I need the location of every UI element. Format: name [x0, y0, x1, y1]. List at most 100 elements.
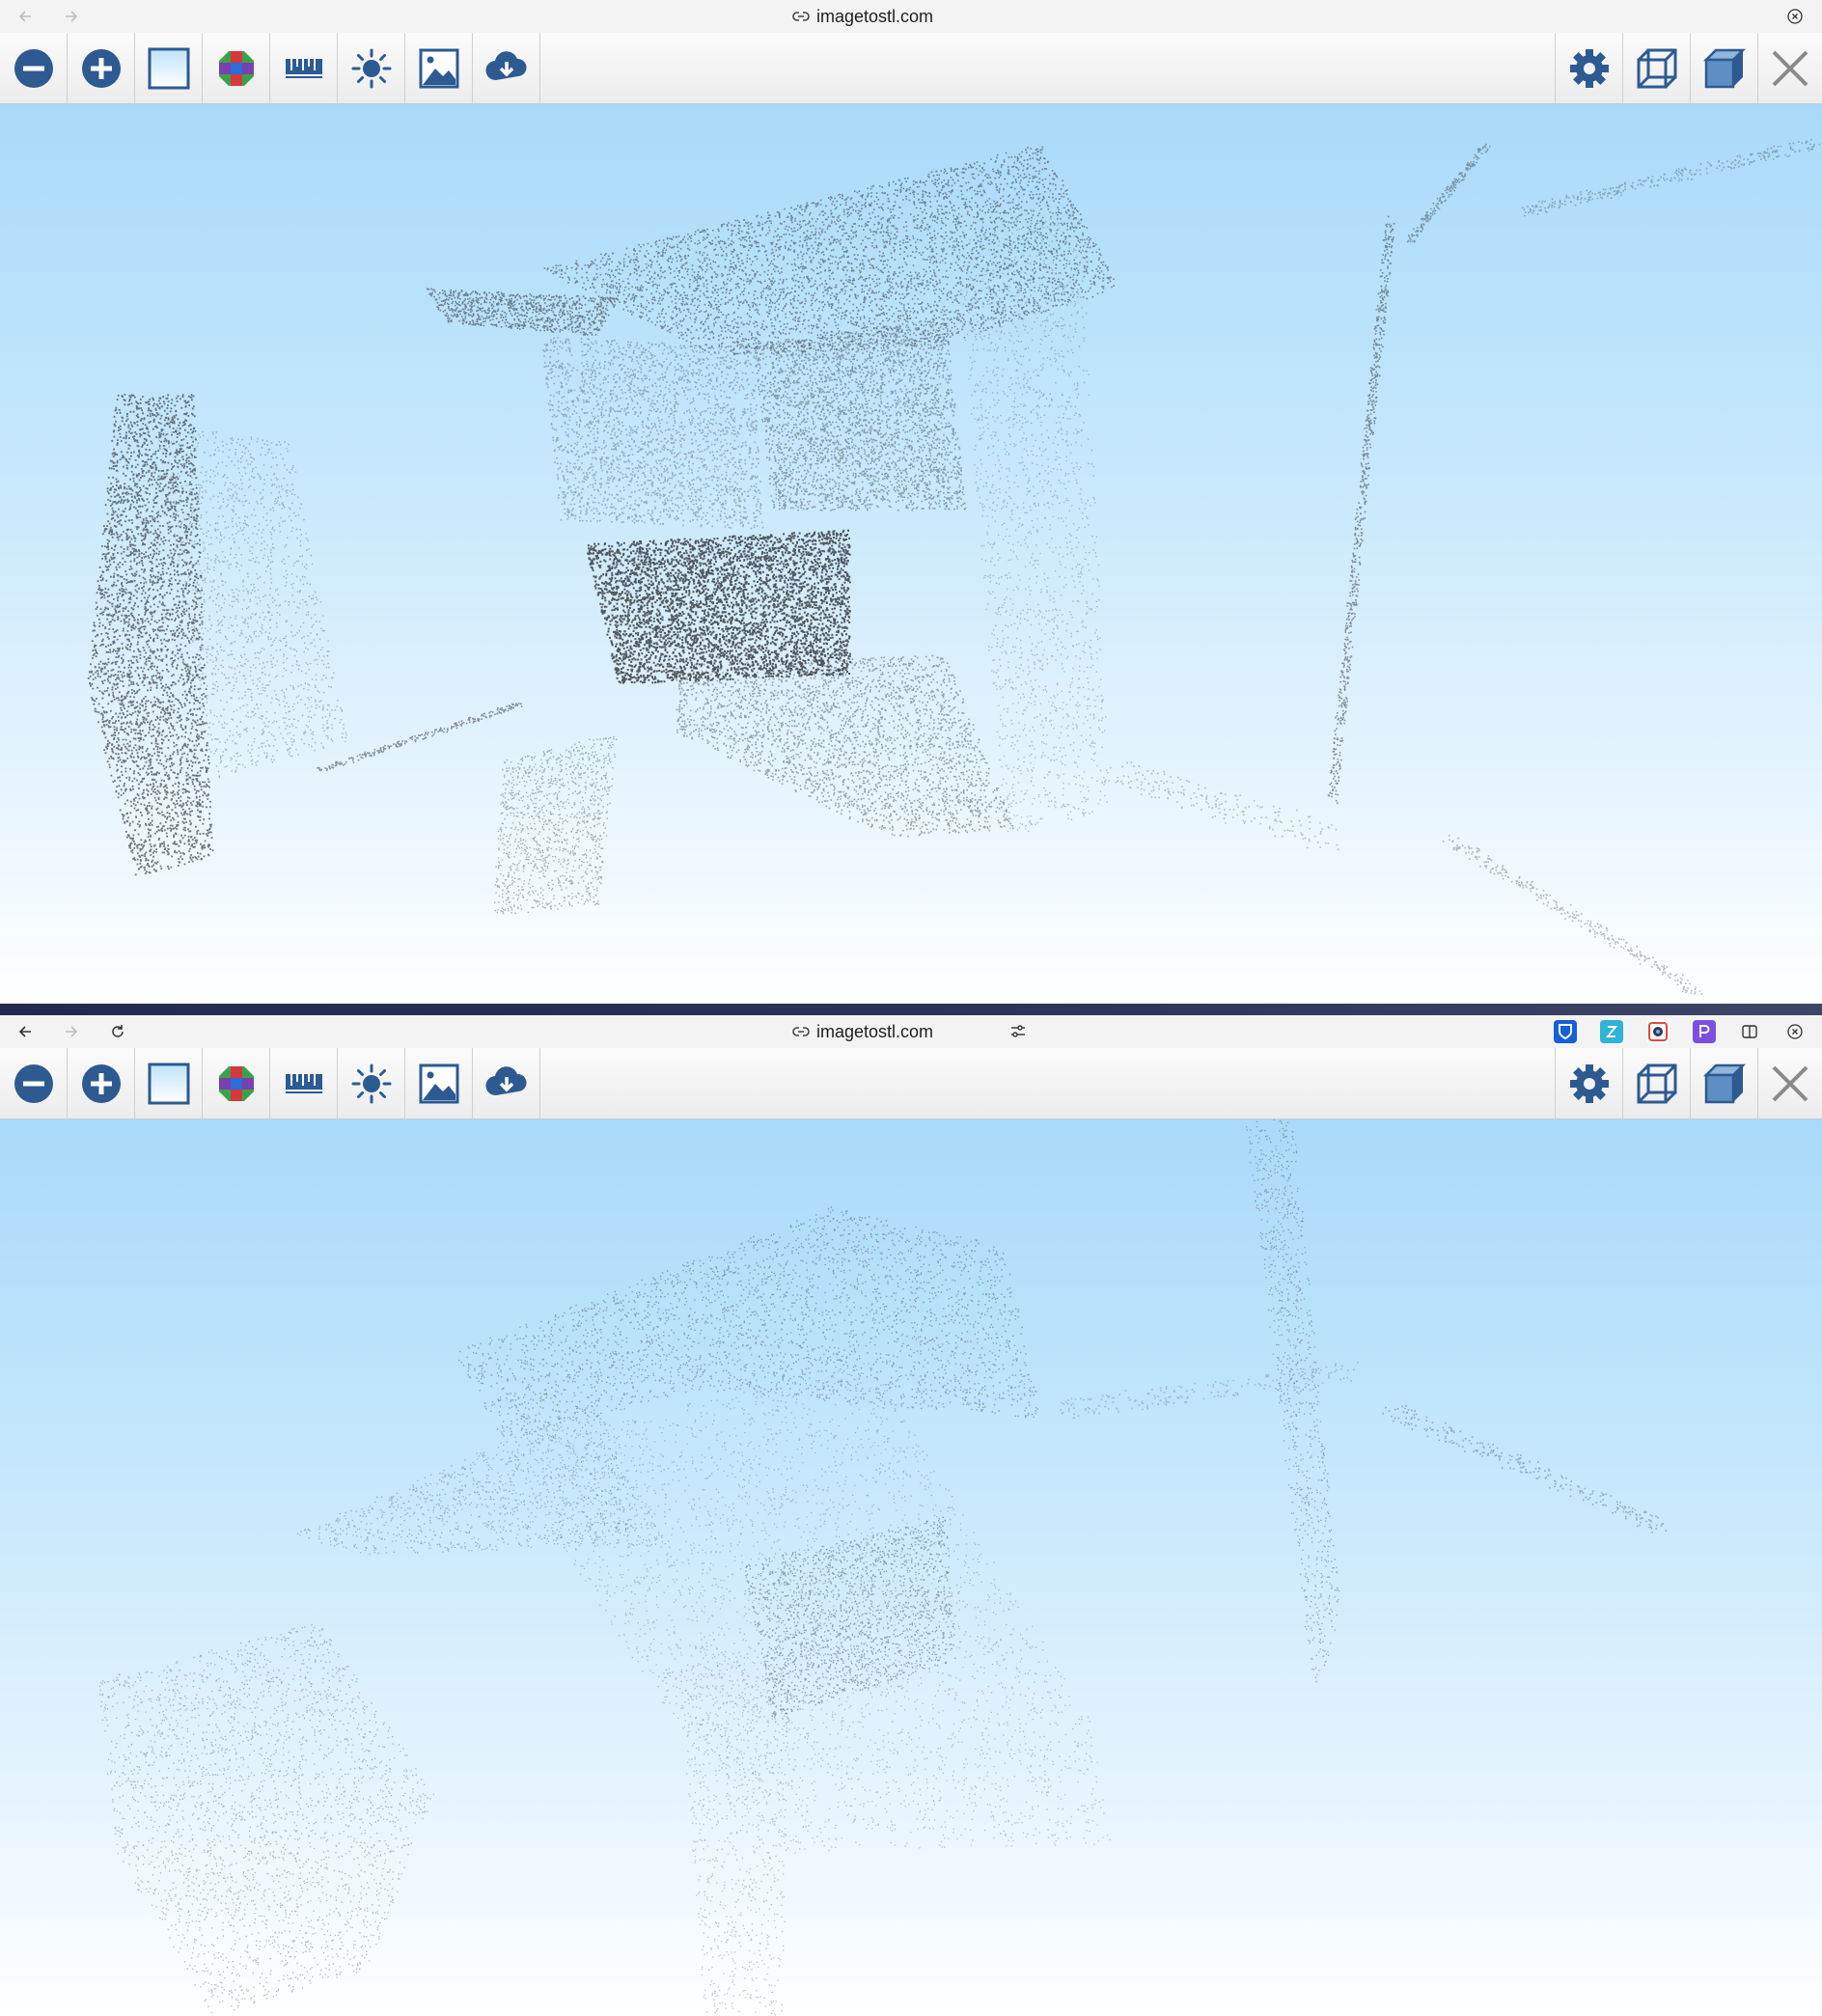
- wireframe-cube-icon: [1637, 1063, 1676, 1103]
- download-button[interactable]: [473, 33, 540, 103]
- image-icon: [419, 1063, 458, 1103]
- point-cluster: [99, 1624, 434, 2013]
- point-cloud: [87, 139, 1821, 995]
- browser-window-top: imagetostl.com: [0, 0, 1822, 1004]
- texture-button[interactable]: [405, 33, 473, 103]
- settings-button[interactable]: [1555, 33, 1622, 103]
- address-bar: imagetostl.com: [0, 1015, 1822, 1048]
- grid-ruler-icon: [285, 58, 322, 78]
- texture-button[interactable]: [405, 1048, 473, 1118]
- close-viewer-button[interactable]: [1757, 33, 1822, 103]
- link-icon: [791, 1022, 811, 1046]
- close-icon: [1772, 50, 1808, 86]
- download-button[interactable]: [473, 1048, 540, 1118]
- zoom-in-icon: [81, 1063, 121, 1103]
- viewer-toolbar: [0, 1048, 1822, 1119]
- gear-icon: [1569, 48, 1609, 88]
- point-streak: [1442, 835, 1703, 995]
- brightness-icon: [351, 48, 391, 88]
- url-text: imagetostl.com: [816, 6, 934, 26]
- address-bar: imagetostl.com: [0, 0, 1822, 33]
- zoom-out-button[interactable]: [0, 33, 68, 103]
- point-cluster: [543, 146, 1115, 355]
- solid-cube-icon: [1702, 48, 1746, 88]
- split-view-icon[interactable]: [1738, 1020, 1761, 1043]
- zoom-in-button[interactable]: [68, 1048, 135, 1118]
- back-icon[interactable]: [14, 5, 37, 28]
- point-streak: [1382, 1405, 1668, 1533]
- back-icon[interactable]: [14, 1020, 37, 1043]
- gear-icon: [1569, 1063, 1609, 1103]
- grid-button[interactable]: [270, 1048, 338, 1118]
- cloud-download-icon: [484, 1065, 527, 1095]
- color-palette-icon: [218, 50, 254, 86]
- wireframe-button[interactable]: [1622, 1048, 1690, 1118]
- close-viewer-button[interactable]: [1757, 1048, 1822, 1118]
- background-plane-button[interactable]: [135, 1048, 203, 1118]
- cloud-download-icon: [484, 50, 527, 80]
- url-text: imagetostl.com: [816, 1021, 934, 1041]
- settings-button[interactable]: [1555, 1048, 1622, 1118]
- forward-icon[interactable]: [60, 5, 83, 28]
- zoom-out-icon: [14, 1063, 53, 1103]
- reload-icon[interactable]: [106, 1020, 129, 1043]
- link-icon: [791, 7, 811, 31]
- grid-ruler-icon: [285, 1073, 322, 1093]
- extension-z-icon[interactable]: [1600, 1020, 1623, 1043]
- forward-icon[interactable]: [60, 1020, 83, 1043]
- point-cluster: [426, 288, 617, 336]
- zoom-in-button[interactable]: [68, 33, 135, 103]
- point-cluster: [494, 735, 618, 915]
- point-cluster: [754, 318, 967, 511]
- url-field[interactable]: imagetostl.com: [791, 4, 933, 29]
- point-cluster: [745, 1516, 956, 1718]
- extension-p-icon[interactable]: [1693, 1020, 1716, 1043]
- background-plane-button[interactable]: [135, 33, 203, 103]
- close-icon: [1772, 1065, 1808, 1101]
- zoom-out-icon: [14, 48, 53, 88]
- point-streak: [1060, 1362, 1359, 1420]
- point-cluster: [457, 1206, 1038, 1437]
- point-cloud: [99, 1119, 1668, 2016]
- camera-extension-icon[interactable]: [1646, 1020, 1670, 1043]
- wireframe-cube-icon: [1637, 48, 1676, 88]
- point-cluster: [676, 654, 1014, 838]
- point-streak: [1407, 143, 1491, 243]
- image-icon: [419, 48, 458, 88]
- light-button[interactable]: [338, 1048, 405, 1118]
- 3d-viewport[interactable]: [0, 1119, 1822, 2016]
- light-button[interactable]: [338, 33, 405, 103]
- solid-button[interactable]: [1690, 33, 1757, 103]
- zoom-in-icon: [81, 48, 121, 88]
- point-cluster: [676, 1644, 792, 2016]
- point-cluster: [542, 337, 764, 530]
- viewer-toolbar: [0, 33, 1822, 104]
- point-cluster: [587, 529, 851, 684]
- point-streak: [1327, 215, 1395, 804]
- 3d-viewport[interactable]: [0, 104, 1822, 1004]
- point-streak: [1099, 761, 1339, 850]
- solid-button[interactable]: [1690, 1048, 1757, 1118]
- solid-cube-icon: [1702, 1063, 1746, 1103]
- plane-icon: [148, 47, 189, 89]
- grid-button[interactable]: [270, 33, 338, 103]
- point-cluster: [87, 394, 214, 876]
- plane-icon: [148, 1063, 189, 1104]
- site-settings-icon[interactable]: [1007, 1020, 1030, 1043]
- point-streak: [317, 703, 523, 772]
- point-streak: [1521, 139, 1821, 217]
- point-cluster: [1246, 1119, 1340, 1683]
- color-button[interactable]: [203, 33, 270, 103]
- bitwarden-icon[interactable]: [1554, 1020, 1577, 1043]
- url-field[interactable]: imagetostl.com: [791, 1019, 933, 1044]
- wireframe-button[interactable]: [1622, 33, 1690, 103]
- zoom-out-button[interactable]: [0, 1048, 68, 1118]
- window-divider: [0, 1004, 1822, 1015]
- close-tab-icon[interactable]: [1783, 5, 1807, 28]
- browser-window-bottom: imagetostl.com: [0, 1015, 1822, 2016]
- point-cluster: [296, 1399, 666, 1556]
- close-tab-icon[interactable]: [1783, 1020, 1807, 1043]
- color-palette-icon: [218, 1065, 254, 1101]
- brightness-icon: [351, 1063, 391, 1103]
- color-button[interactable]: [203, 1048, 270, 1118]
